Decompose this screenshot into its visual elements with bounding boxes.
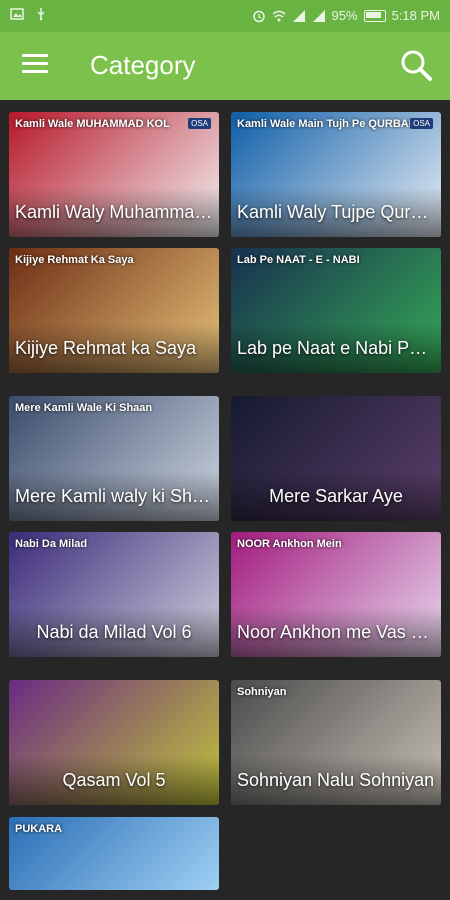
label-badge: OSA [410, 118, 433, 129]
category-title: Mere Sarkar Aye [231, 471, 441, 521]
wifi-icon [272, 9, 286, 23]
category-title: Nabi da Milad Vol 6 [9, 607, 219, 657]
alarm-icon [252, 9, 266, 23]
category-title: Noor Ankhon me Vas Gaya [231, 607, 441, 657]
search-icon[interactable] [398, 47, 434, 83]
battery-icon [363, 9, 386, 22]
category-title: Mere Kamli waly ki Shaan [9, 471, 219, 521]
category-card[interactable]: Kamli Wale Main Tujh Pe QURBAN OSA Kamli… [231, 112, 441, 237]
category-card[interactable]: NOOR Ankhon Mein Noor Ankhon me Vas Gaya [231, 532, 441, 657]
category-card[interactable]: Kijiye Rehmat Ka Saya Kijiye Rehmat ka S… [9, 248, 219, 373]
card-banner: Mere Kamli Wale Ki Shaan [15, 402, 153, 414]
status-right: 95% 5:18 PM [252, 8, 440, 23]
clock-time: 5:18 PM [391, 8, 440, 23]
card-banner: Sohniyan [237, 686, 287, 698]
menu-icon[interactable] [22, 54, 48, 76]
battery-percent: 95% [331, 8, 358, 23]
image-icon [10, 7, 24, 21]
card-banner: Lab Pe NAAT - E - NABI [237, 254, 360, 266]
category-card[interactable]: PUKARA [9, 817, 219, 890]
category-card[interactable]: Mere Sarkar Aye [231, 396, 441, 521]
card-banner: Kamli Wale Main Tujh Pe QURBAN [237, 118, 417, 130]
category-card[interactable]: Lab Pe NAAT - E - NABI Lab pe Naat e Nab… [231, 248, 441, 373]
category-card[interactable]: Nabi Da Milad Nabi da Milad Vol 6 [9, 532, 219, 657]
category-title: Lab pe Naat e Nabi Paak [231, 323, 441, 373]
signal-icon-2 [312, 9, 326, 23]
card-banner: Nabi Da Milad [15, 538, 88, 550]
category-card[interactable]: Kamli Wale MUHAMMAD KOL OSA Kamli Waly M… [9, 112, 219, 237]
category-title: Kamli Waly Tujpe Qurban [231, 187, 441, 237]
card-banner: PUKARA [15, 823, 63, 835]
category-card[interactable]: Mere Kamli Wale Ki Shaan Mere Kamli waly… [9, 396, 219, 521]
status-left [10, 7, 48, 21]
category-card[interactable]: Qasam Vol 5 [9, 680, 219, 805]
card-banner: Kijiye Rehmat Ka Saya [15, 254, 134, 266]
category-title: Qasam Vol 5 [9, 755, 219, 805]
page-title: Category [90, 50, 196, 80]
category-title: Kijiye Rehmat ka Saya [9, 323, 219, 373]
card-banner: Kamli Wale MUHAMMAD KOL [15, 118, 170, 130]
card-banner: NOOR Ankhon Mein [237, 538, 342, 550]
label-badge: OSA [188, 118, 211, 129]
category-card[interactable]: Sohniyan Sohniyan Nalu Sohniyan [231, 680, 441, 805]
status-bar: 95% 5:18 PM [0, 0, 450, 32]
app-bar: Category [0, 32, 450, 100]
signal-icon [292, 9, 306, 23]
usb-icon [34, 7, 48, 21]
category-title: Kamli Waly Muhammad Kol [9, 187, 219, 237]
category-title: Sohniyan Nalu Sohniyan [231, 755, 441, 805]
